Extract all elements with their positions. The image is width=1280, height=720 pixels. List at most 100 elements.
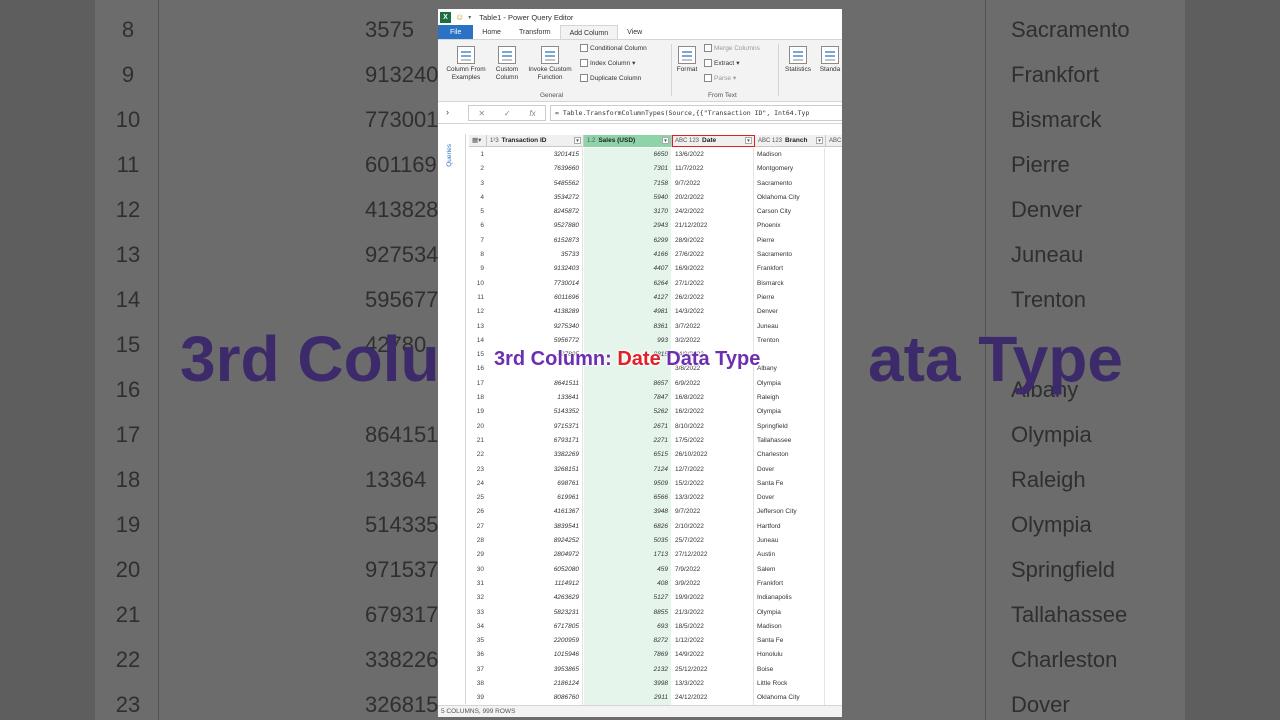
filter-dropdown-icon[interactable]: ▾ <box>745 137 752 144</box>
expand-queries-chevron-icon[interactable]: › <box>446 107 449 117</box>
extra-cell[interactable] <box>826 348 842 362</box>
transaction-id-cell[interactable]: 8641511 <box>487 376 583 392</box>
row-index[interactable]: 14 <box>469 334 486 348</box>
sales-cell[interactable]: 8657 <box>584 376 671 392</box>
tab-add-column[interactable]: Add Column <box>559 25 619 39</box>
branch-cell[interactable]: Jefferson City <box>755 505 825 520</box>
branch-cell[interactable]: Juneau <box>755 319 825 334</box>
row-index[interactable]: 39 <box>469 691 486 705</box>
sales-cell[interactable]: 5035 <box>584 534 671 549</box>
filter-dropdown-icon[interactable]: ▾ <box>574 137 581 144</box>
sales-cell[interactable]: 6826 <box>584 519 671 535</box>
date-cell[interactable]: 14/9/2022 <box>672 648 754 663</box>
date-cell[interactable]: 21/12/2022 <box>672 219 754 234</box>
table-row[interactable]: 19 5143352 5262 16/2/2022 Olympia <box>469 405 842 420</box>
table-row[interactable]: 11 6011696 4127 26/2/2022 Pierre <box>469 290 842 306</box>
extra-cell[interactable] <box>826 534 842 548</box>
extra-cell[interactable] <box>826 505 842 519</box>
extra-cell[interactable] <box>826 606 842 620</box>
transaction-id-cell[interactable]: 8924252 <box>487 534 583 549</box>
sales-cell[interactable]: 2132 <box>584 662 671 677</box>
smiley-feedback-icon[interactable]: ☺ <box>455 12 464 22</box>
date-cell[interactable]: 25/12/2022 <box>672 662 754 677</box>
column-header-extra[interactable]: ABC 123 <box>826 135 842 147</box>
extra-cell[interactable] <box>826 548 842 562</box>
custom-column-button[interactable]: Custom Column <box>491 46 523 82</box>
type-icon[interactable]: 1.2 <box>587 138 595 144</box>
row-index[interactable]: 7 <box>469 234 486 248</box>
row-index[interactable]: 31 <box>469 577 486 591</box>
branch-cell[interactable]: Frankfort <box>755 576 825 592</box>
table-row[interactable]: 14 5956772 993 3/2/2022 Trenton <box>469 333 842 349</box>
transaction-id-cell[interactable]: 6717805 <box>487 619 583 635</box>
extra-cell[interactable] <box>826 277 842 291</box>
table-row[interactable]: 32 4263629 5127 19/9/2022 Indianapolis <box>469 591 842 606</box>
date-cell[interactable]: 16/8/2022 <box>672 391 754 406</box>
conditional-column-button[interactable]: Conditional Column <box>580 44 647 52</box>
table-row[interactable]: 27 3839541 6826 2/10/2022 Hartford <box>469 519 842 535</box>
extra-cell[interactable] <box>826 248 842 262</box>
extra-cell[interactable] <box>826 577 842 591</box>
branch-cell[interactable]: Dover <box>755 491 825 506</box>
sales-cell[interactable]: 8361 <box>584 319 671 334</box>
sales-cell[interactable]: 7847 <box>584 391 671 406</box>
invoke-custom-function-button[interactable]: Invoke Custom Function <box>524 46 576 82</box>
transaction-id-cell[interactable]: 9275340 <box>487 319 583 334</box>
branch-cell[interactable]: Madison <box>755 148 825 163</box>
row-index[interactable]: 25 <box>469 491 486 505</box>
row-index[interactable]: 33 <box>469 606 486 620</box>
transaction-id-cell[interactable]: 2200959 <box>487 634 583 649</box>
parse-button[interactable]: Parse ▾ <box>704 74 736 82</box>
table-row[interactable]: 39 8086760 2911 24/12/2022 Oklahoma City <box>469 691 842 706</box>
table-row[interactable]: 38 2186124 3998 13/3/2022 Little Rock <box>469 676 842 692</box>
row-index[interactable]: 8 <box>469 248 486 262</box>
row-index[interactable]: 28 <box>469 534 486 548</box>
column-header-date[interactable]: ABC 123 Date ▾ <box>672 135 755 147</box>
table-row[interactable]: 2 7639660 7301 11/7/2022 Montgomery <box>469 162 842 177</box>
duplicate-column-button[interactable]: Duplicate Column <box>580 74 641 82</box>
date-cell[interactable]: 3/9/2022 <box>672 576 754 592</box>
transaction-id-cell[interactable]: 5956772 <box>487 333 583 349</box>
branch-cell[interactable]: Pierre <box>755 233 825 249</box>
date-cell[interactable]: 27/1/2022 <box>672 276 754 291</box>
branch-cell[interactable]: Pierre <box>755 290 825 306</box>
transaction-id-cell[interactable]: 1114912 <box>487 576 583 592</box>
extra-cell[interactable] <box>826 477 842 491</box>
sales-cell[interactable]: 3170 <box>584 205 671 220</box>
date-cell[interactable]: 18/5/2022 <box>672 619 754 635</box>
date-cell[interactable]: 19/9/2022 <box>672 591 754 606</box>
date-cell[interactable]: 15/2/2022 <box>672 476 754 492</box>
row-index[interactable]: 11 <box>469 291 486 305</box>
row-index[interactable]: 5 <box>469 205 486 219</box>
extra-cell[interactable] <box>826 305 842 319</box>
row-index[interactable]: 32 <box>469 591 486 605</box>
row-index[interactable]: 29 <box>469 548 486 562</box>
extra-cell[interactable] <box>826 448 842 462</box>
row-index[interactable]: 19 <box>469 405 486 419</box>
row-index[interactable]: 10 <box>469 277 486 291</box>
extra-cell[interactable] <box>826 334 842 348</box>
sales-cell[interactable]: 6299 <box>584 233 671 249</box>
branch-cell[interactable]: Olympia <box>755 405 825 420</box>
extra-cell[interactable] <box>826 191 842 205</box>
date-cell[interactable]: 1/12/2022 <box>672 634 754 649</box>
date-cell[interactable]: 25/7/2022 <box>672 534 754 549</box>
sales-cell[interactable]: 9509 <box>584 476 671 492</box>
date-cell[interactable]: 26/10/2022 <box>672 448 754 463</box>
transaction-id-cell[interactable]: 619961 <box>487 491 583 506</box>
table-row[interactable]: 1 3201415 6650 13/6/2022 Madison <box>469 148 842 163</box>
transaction-id-cell[interactable]: 3534272 <box>487 190 583 206</box>
branch-cell[interactable]: Madison <box>755 619 825 635</box>
date-cell[interactable]: 26/2/2022 <box>672 290 754 306</box>
standard-button[interactable]: Standa <box>816 46 842 74</box>
date-cell[interactable]: 13/6/2022 <box>672 148 754 163</box>
row-index[interactable]: 38 <box>469 677 486 691</box>
date-cell[interactable]: 16/9/2022 <box>672 262 754 277</box>
table-row[interactable]: 7 6152873 6299 28/9/2022 Pierre <box>469 233 842 249</box>
row-index[interactable]: 34 <box>469 620 486 634</box>
table-row[interactable]: 35 2200959 8272 1/12/2022 Santa Fe <box>469 634 842 649</box>
branch-cell[interactable]: Springfield <box>755 419 825 434</box>
transaction-id-cell[interactable]: 7639660 <box>487 162 583 177</box>
date-cell[interactable]: 3/7/2022 <box>672 319 754 334</box>
transaction-id-cell[interactable]: 133641 <box>487 391 583 406</box>
